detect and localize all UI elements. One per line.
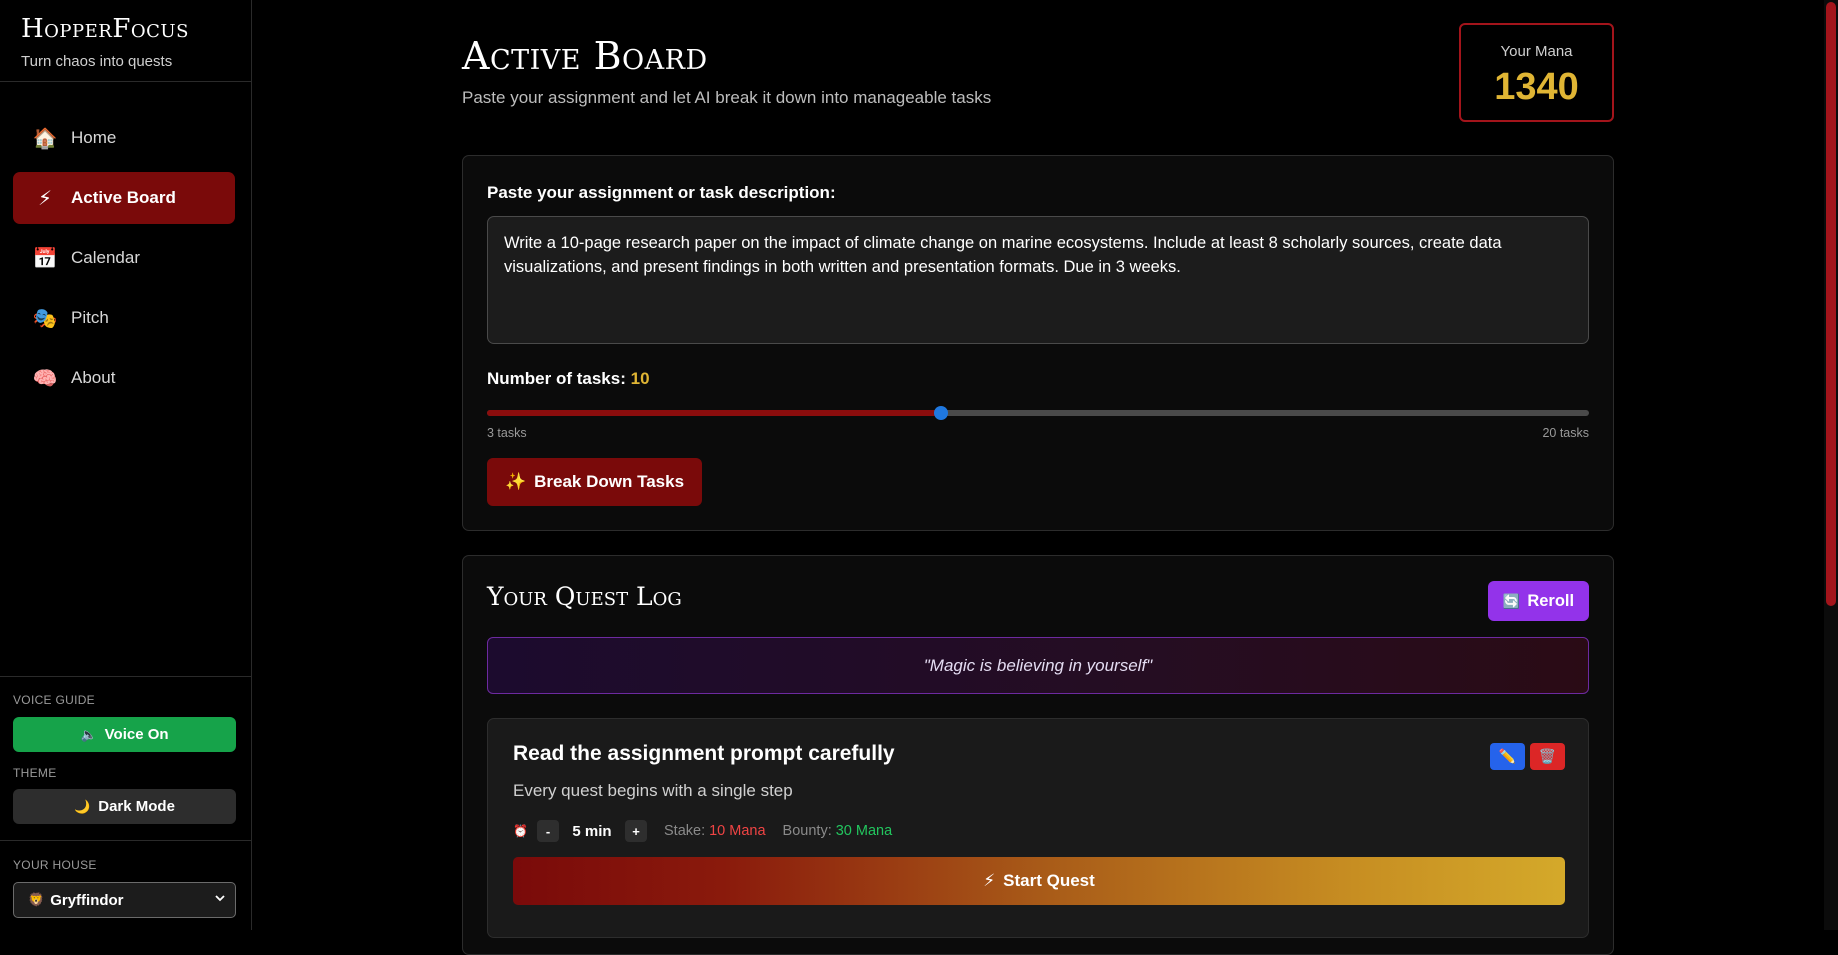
task-count-text: Number of tasks: bbox=[487, 369, 626, 388]
mana-value: 1340 bbox=[1494, 66, 1579, 108]
bounty-label: Bounty: bbox=[782, 823, 832, 839]
calendar-icon: 📅 bbox=[32, 247, 58, 270]
pencil-icon: ✏️ bbox=[1498, 748, 1517, 764]
start-quest-button[interactable]: ⚡ Start Quest bbox=[513, 857, 1565, 905]
page-title: Active Board bbox=[462, 34, 708, 78]
break-down-tasks-button[interactable]: ✨ Break Down Tasks bbox=[487, 458, 702, 506]
mana-label: Your Mana bbox=[1500, 43, 1573, 60]
edit-quest-button[interactable]: ✏️ bbox=[1490, 743, 1525, 770]
break-down-label: Break Down Tasks bbox=[534, 472, 685, 491]
lightning-icon: ⚡ bbox=[37, 187, 53, 210]
slider-fill bbox=[487, 410, 941, 416]
house-selected-value: Gryffindor bbox=[50, 891, 124, 909]
reroll-label: Reroll bbox=[1527, 591, 1575, 610]
task-count-label: Number of tasks: 10 bbox=[487, 369, 650, 389]
nav-item-label: Home bbox=[71, 128, 117, 147]
lion-icon: 🦁 bbox=[28, 892, 45, 907]
quest-log-title: Your Quest Log bbox=[487, 582, 682, 611]
chevron-down-icon bbox=[215, 892, 225, 906]
slider-thumb[interactable] bbox=[933, 406, 948, 420]
voice-guide-label: VOICE GUIDE bbox=[13, 693, 95, 707]
refresh-icon: 🔄 bbox=[1502, 592, 1521, 609]
reroll-button[interactable]: 🔄 Reroll bbox=[1488, 581, 1589, 621]
page-subtitle: Paste your assignment and let AI break i… bbox=[462, 88, 992, 107]
start-quest-label: Start Quest bbox=[1003, 871, 1095, 890]
speaker-icon: 🔈 bbox=[80, 726, 97, 742]
sparkles-icon: ✨ bbox=[504, 472, 527, 491]
task-count-slider[interactable] bbox=[487, 406, 1589, 420]
nav-item-about[interactable]: 🧠 About bbox=[13, 352, 235, 404]
slider-min-label: 3 tasks bbox=[487, 426, 527, 440]
decrease-duration-button[interactable]: - bbox=[537, 820, 559, 842]
quest-duration: 5 min bbox=[572, 822, 612, 840]
bounty-value: 30 Mana bbox=[835, 823, 893, 839]
nav-item-home[interactable]: 🏠 Home bbox=[13, 112, 235, 164]
quest-log-card: Your Quest Log 🔄 Reroll "Magic is believ… bbox=[462, 555, 1614, 955]
nav-item-label: Active Board bbox=[71, 188, 176, 207]
voice-button-label: Voice On bbox=[104, 726, 169, 743]
theater-masks-icon: 🎭 bbox=[32, 307, 58, 330]
theme-button-label: Dark Mode bbox=[98, 798, 175, 815]
assignment-card: Paste your assignment or task descriptio… bbox=[462, 155, 1614, 531]
nav-item-pitch[interactable]: 🎭 Pitch bbox=[13, 292, 235, 344]
quest-meta: ⏰ - 5 min + Stake: 10 Mana Bounty: 30 Ma… bbox=[513, 819, 892, 843]
house-label: YOUR HOUSE bbox=[13, 858, 97, 872]
house-icon: 🏠 bbox=[32, 127, 58, 150]
nav-item-label: Calendar bbox=[71, 248, 140, 267]
delete-quest-button[interactable]: 🗑️ bbox=[1530, 743, 1565, 770]
theme-label: THEME bbox=[13, 766, 57, 780]
scrollbar-thumb[interactable] bbox=[1826, 2, 1836, 606]
page-scrollbar[interactable] bbox=[1824, 0, 1838, 930]
alarm-clock-icon: ⏰ bbox=[513, 824, 528, 838]
nav-item-calendar[interactable]: 📅 Calendar bbox=[13, 232, 235, 284]
trash-icon: 🗑️ bbox=[1538, 748, 1557, 764]
brand: HopperFocus Turn chaos into quests bbox=[0, 0, 251, 82]
sidebar-divider bbox=[0, 840, 251, 841]
task-count-value: 10 bbox=[630, 369, 650, 388]
quest-card: Read the assignment prompt carefully Eve… bbox=[487, 718, 1589, 938]
assignment-label: Paste your assignment or task descriptio… bbox=[487, 183, 836, 202]
moon-icon: 🌙 bbox=[74, 798, 91, 814]
nav-item-active-board[interactable]: ⚡ Active Board bbox=[13, 172, 235, 224]
motivational-quote: "Magic is believing in yourself" bbox=[487, 637, 1589, 694]
stake-label: Stake: bbox=[664, 823, 706, 839]
theme-toggle-button[interactable]: 🌙 Dark Mode bbox=[13, 789, 236, 824]
quest-title: Read the assignment prompt carefully bbox=[513, 742, 895, 765]
brain-icon: 🧠 bbox=[32, 367, 58, 390]
nav-item-label: Pitch bbox=[71, 308, 109, 327]
sidebar: HopperFocus Turn chaos into quests 🏠 Hom… bbox=[0, 0, 252, 930]
app-title: HopperFocus bbox=[21, 14, 189, 44]
app-tagline: Turn chaos into quests bbox=[21, 53, 173, 70]
stake-value: 10 Mana bbox=[709, 823, 766, 839]
quest-description: Every quest begins with a single step bbox=[513, 781, 793, 800]
lightning-icon: ⚡ bbox=[983, 871, 996, 890]
mana-counter: Your Mana 1340 bbox=[1459, 23, 1614, 122]
voice-toggle-button[interactable]: 🔈 Voice On bbox=[13, 717, 236, 752]
assignment-textarea[interactable]: Write a 10-page research paper on the im… bbox=[487, 216, 1589, 344]
slider-max-label: 20 tasks bbox=[1542, 426, 1589, 440]
increase-duration-button[interactable]: + bbox=[625, 820, 647, 842]
sidebar-divider bbox=[0, 676, 251, 677]
house-select[interactable]: 🦁 Gryffindor bbox=[13, 882, 236, 918]
nav-item-label: About bbox=[71, 368, 116, 387]
